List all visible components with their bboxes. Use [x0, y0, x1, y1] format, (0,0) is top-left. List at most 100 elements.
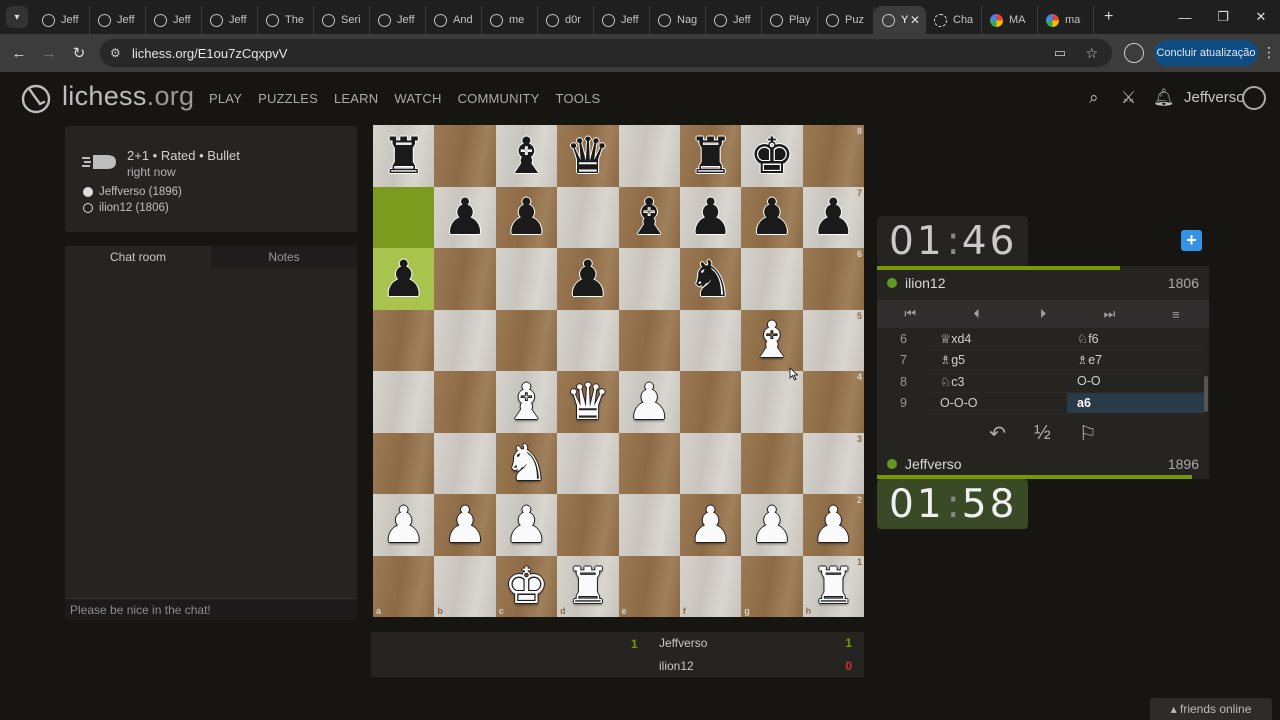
next-move-button[interactable]: ⏵	[1010, 300, 1076, 328]
square-e1[interactable]: e	[618, 555, 680, 617]
square-f4[interactable]	[679, 371, 742, 433]
white-move[interactable]: ♕xd4	[930, 328, 1067, 350]
square-c1[interactable]: ♚ c	[495, 555, 558, 617]
browser-tab[interactable]: Y ✕	[874, 6, 926, 34]
black-knight-icon[interactable]: ♞	[688, 254, 733, 304]
square-g2[interactable]: ♟	[741, 494, 803, 556]
browser-tab[interactable]: Nag	[650, 6, 706, 34]
square-c3[interactable]: ♞	[495, 432, 558, 494]
nav-tools[interactable]: TOOLS	[556, 91, 601, 106]
menu-icon[interactable]: ≡	[1143, 300, 1209, 328]
browser-tab[interactable]: Jeff	[706, 6, 762, 34]
browser-menu-icon[interactable]: ⋮	[1262, 44, 1276, 61]
chat-input[interactable]: Please be nice in the chat!	[65, 598, 357, 620]
square-b8[interactable]	[434, 125, 496, 187]
white-player-entry[interactable]: Jeffverso (1896)	[83, 186, 182, 198]
square-e6[interactable]	[618, 248, 680, 310]
friends-online-button[interactable]: ▴ friends online	[1150, 698, 1272, 720]
maximize-button[interactable]: ❐	[1204, 0, 1242, 34]
square-g6[interactable]	[741, 248, 803, 310]
black-player-entry[interactable]: ilion12 (1806)	[83, 202, 169, 214]
prev-move-button[interactable]: ⏴	[943, 300, 1009, 328]
black-bishop-icon[interactable]: ♝	[627, 192, 672, 242]
white-move[interactable]: ♘c3	[930, 371, 1067, 393]
takeback-button[interactable]: ↶	[989, 418, 1006, 448]
white-rook-icon[interactable]: ♜	[565, 561, 610, 611]
site-info-icon[interactable]: ⚙	[110, 46, 128, 60]
square-f7[interactable]: ♟	[679, 186, 742, 248]
nav-learn[interactable]: LEARN	[334, 91, 378, 106]
square-b1[interactable]: b	[434, 555, 496, 617]
opponent-name[interactable]: ilion12	[905, 275, 945, 291]
square-c7[interactable]: ♟	[495, 186, 558, 248]
address-bar[interactable]: ⚙ lichess.org/E1ou7zCqxpvV ▭ ☆	[100, 39, 1112, 67]
close-window-button[interactable]: ✕	[1242, 0, 1280, 34]
forward-button[interactable]: →	[34, 45, 64, 62]
browser-tab[interactable]: me	[482, 6, 538, 34]
nav-puzzles[interactable]: PUZZLES	[258, 91, 318, 106]
offer-draw-button[interactable]: ½	[1034, 418, 1051, 448]
square-d7[interactable]	[557, 186, 619, 248]
square-h1[interactable]: ♜ 1 h	[802, 555, 864, 617]
square-d8[interactable]: ♛	[557, 125, 619, 187]
white-king-icon[interactable]: ♚	[504, 561, 549, 611]
tab-notes[interactable]: Notes	[211, 246, 357, 268]
square-e5[interactable]	[618, 309, 680, 371]
black-pawn-icon[interactable]: ♟	[688, 192, 733, 242]
reload-button[interactable]: ↻	[64, 44, 94, 62]
back-button[interactable]: ←	[4, 45, 34, 62]
black-pawn-icon[interactable]: ♟	[504, 192, 549, 242]
browser-tab[interactable]: Cha	[926, 6, 982, 34]
square-c5[interactable]	[495, 309, 558, 371]
square-e7[interactable]: ♝	[618, 186, 680, 248]
square-d4[interactable]: ♛	[557, 371, 619, 433]
black-king-icon[interactable]: ♚	[750, 131, 795, 181]
site-brand[interactable]: lichess.org	[62, 81, 194, 112]
square-c6[interactable]	[495, 248, 558, 310]
profile-icon[interactable]	[1124, 43, 1144, 63]
square-a4[interactable]	[373, 371, 435, 433]
white-bishop-icon[interactable]: ♝	[504, 377, 549, 427]
square-c8[interactable]: ♝	[495, 125, 558, 187]
white-pawn-icon[interactable]: ♟	[811, 500, 856, 550]
black-pawn-icon[interactable]: ♟	[750, 192, 795, 242]
square-h4[interactable]: 4	[802, 371, 864, 433]
black-pawn-icon[interactable]: ♟	[443, 192, 488, 242]
username[interactable]: Jeffverso	[1184, 89, 1245, 106]
square-d3[interactable]	[557, 432, 619, 494]
square-a7[interactable]	[373, 186, 435, 248]
square-h3[interactable]: 3	[802, 432, 864, 494]
last-move-button[interactable]: ⏭	[1076, 300, 1142, 328]
square-b3[interactable]	[434, 432, 496, 494]
square-e3[interactable]	[618, 432, 680, 494]
swords-icon[interactable]: ⚔	[1121, 88, 1136, 108]
white-bishop-icon[interactable]: ♝	[750, 315, 795, 365]
bell-icon[interactable]: 🔔︎	[1153, 88, 1175, 108]
browser-tab[interactable]: Play	[762, 6, 818, 34]
square-d6[interactable]: ♟	[557, 248, 619, 310]
install-app-icon[interactable]: ▭	[1054, 45, 1066, 61]
square-a5[interactable]	[373, 309, 435, 371]
white-pawn-icon[interactable]: ♟	[627, 377, 672, 427]
browser-tab[interactable]: Jeff	[146, 6, 202, 34]
square-f3[interactable]	[679, 432, 742, 494]
nav-play[interactable]: PLAY	[209, 91, 242, 106]
square-h5[interactable]: 5	[802, 309, 864, 371]
tab-chat-room[interactable]: Chat room	[65, 246, 211, 268]
square-d2[interactable]	[557, 494, 619, 556]
square-b7[interactable]: ♟	[434, 186, 496, 248]
browser-tab[interactable]: Jeff	[370, 6, 426, 34]
white-pawn-icon[interactable]: ♟	[750, 500, 795, 550]
square-e8[interactable]	[618, 125, 680, 187]
opponent-player-row[interactable]: ilion12 1806	[877, 269, 1209, 297]
square-h7[interactable]: ♟ 7	[802, 186, 864, 248]
square-f1[interactable]: f	[679, 555, 742, 617]
white-move[interactable]: ♗g5	[930, 350, 1067, 371]
square-b2[interactable]: ♟	[434, 494, 496, 556]
lichess-logo-icon[interactable]	[20, 82, 52, 114]
black-pawn-icon[interactable]: ♟	[811, 192, 856, 242]
square-b4[interactable]	[434, 371, 496, 433]
browser-tab[interactable]: Jeff	[90, 6, 146, 34]
square-g3[interactable]	[741, 432, 803, 494]
update-button[interactable]: Concluir atualização	[1154, 40, 1258, 66]
